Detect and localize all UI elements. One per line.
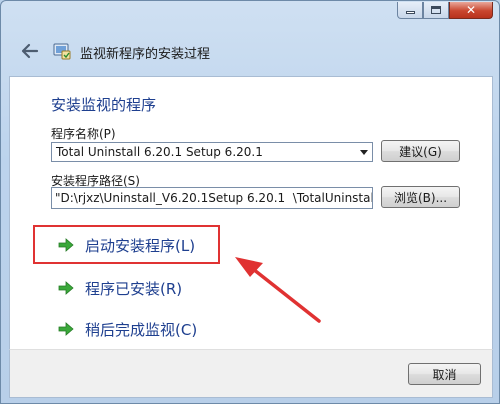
maximize-button[interactable] <box>423 2 449 19</box>
program-installed-label: 程序已安装(R) <box>85 279 183 298</box>
minimize-icon <box>405 11 415 14</box>
footer-bar: 取消 <box>9 349 493 398</box>
green-arrow-icon <box>58 238 74 252</box>
install-path-value: "D:\rjxz\Uninstall_V6.20.1Setup 6.20.1 \… <box>55 191 373 205</box>
back-arrow-icon[interactable] <box>20 43 40 59</box>
install-path-field[interactable]: "D:\rjxz\Uninstall_V6.20.1Setup 6.20.1 \… <box>51 187 373 209</box>
browse-button[interactable]: 浏览(B)... <box>381 186 460 208</box>
maximize-icon <box>431 6 441 14</box>
wizard-window: ✕ 监视新程序的安装过程 安装监视的程序 程序名称(P) Total Unins… <box>0 0 500 404</box>
finish-monitoring-later-label: 稍后完成监视(C) <box>85 320 198 339</box>
chevron-down-icon[interactable] <box>360 150 368 155</box>
green-arrow-icon <box>58 322 74 336</box>
content-panel: 安装监视的程序 程序名称(P) Total Uninstall 6.20.1 S… <box>9 76 493 350</box>
program-installed-command[interactable]: 程序已安装(R) <box>58 276 182 300</box>
close-button[interactable]: ✕ <box>449 2 493 19</box>
launch-installer-label: 启动安装程序(L) <box>85 236 196 255</box>
finish-monitoring-later-command[interactable]: 稍后完成监视(C) <box>58 317 197 341</box>
cancel-button[interactable]: 取消 <box>408 363 481 385</box>
caption-buttons: ✕ <box>397 2 493 19</box>
close-icon: ✕ <box>465 3 477 17</box>
installer-monitor-icon <box>53 43 71 60</box>
green-arrow-icon <box>58 281 74 295</box>
program-name-value: Total Uninstall 6.20.1 Setup 6.20.1 <box>56 145 263 159</box>
program-name-combobox[interactable]: Total Uninstall 6.20.1 Setup 6.20.1 <box>51 142 373 162</box>
suggest-button[interactable]: 建议(G) <box>381 140 460 162</box>
page-title: 监视新程序的安装过程 <box>80 47 211 62</box>
launch-installer-command[interactable]: 启动安装程序(L) <box>58 233 195 257</box>
section-title: 安装监视的程序 <box>51 96 157 114</box>
program-name-label: 程序名称(P) <box>51 127 116 141</box>
minimize-button[interactable] <box>397 2 423 19</box>
